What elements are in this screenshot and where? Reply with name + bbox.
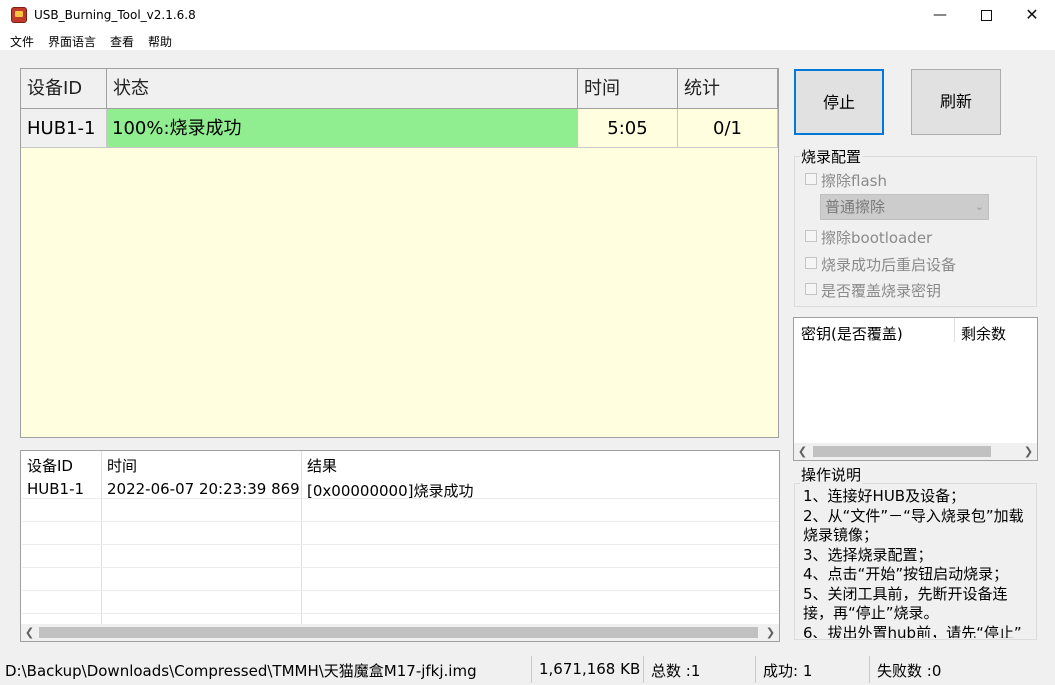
title-bar: USB_Burning_Tool_v2.1.6.8 — ✕: [0, 0, 1055, 30]
erase-bootloader-label: 擦除bootloader: [821, 229, 933, 247]
log-cell-device-id: HUB1-1: [27, 480, 85, 498]
erase-bootloader-checkbox[interactable]: [805, 230, 817, 242]
status-separator: [531, 656, 532, 683]
erase-mode-select[interactable]: 普通擦除 ⌄: [820, 194, 989, 220]
status-separator: [755, 656, 756, 683]
reboot-after-label: 烧录成功后重启设备: [821, 256, 957, 274]
status-bar: D:\Backup\Downloads\Compressed\TMMH\天猫魔盒…: [0, 654, 1055, 685]
stop-button[interactable]: 停止: [794, 69, 884, 135]
minimize-button[interactable]: —: [917, 0, 963, 30]
log-row-line: [22, 544, 779, 545]
app-icon: [11, 7, 27, 23]
menu-file[interactable]: 文件: [10, 33, 34, 50]
scrollbar-thumb[interactable]: [39, 627, 758, 638]
grid-cell-stats[interactable]: 0/1: [678, 109, 778, 148]
log-header-time[interactable]: 时间: [107, 455, 137, 476]
menu-bar: 文件 界面语言 查看 帮助: [0, 30, 1055, 50]
status-fail: 失败数 :0: [877, 662, 942, 680]
status-separator: [869, 656, 870, 683]
close-icon: ✕: [1025, 5, 1039, 24]
menu-view[interactable]: 查看: [110, 33, 134, 50]
grid-header-stats[interactable]: 统计: [678, 69, 778, 109]
overwrite-key-checkbox[interactable]: [805, 283, 817, 295]
log-col-divider: [101, 451, 102, 624]
log-header-device-id[interactable]: 设备ID: [27, 455, 73, 476]
reboot-after-checkbox[interactable]: [805, 257, 817, 269]
overwrite-key-label: 是否覆盖烧录密钥: [821, 282, 942, 300]
key-table-hscrollbar[interactable]: ❮ ❯: [794, 443, 1037, 460]
scroll-right-icon[interactable]: ❯: [762, 624, 779, 641]
log-row-line: [22, 521, 779, 522]
scrollbar-thumb[interactable]: [813, 446, 991, 457]
key-table-header-key[interactable]: 密钥(是否覆盖): [801, 323, 903, 344]
chevron-down-icon: ⌄: [974, 200, 984, 213]
grid-header-device-id[interactable]: 设备ID: [21, 69, 107, 109]
log-row-line: [22, 498, 779, 499]
log-row-line: [22, 567, 779, 568]
log-row-line: [22, 590, 779, 591]
status-image-size: 1,671,168 KB: [539, 660, 641, 678]
scroll-left-icon[interactable]: ❮: [794, 443, 811, 460]
instructions-text: 1、连接好HUB及设备； 2、从“文件”－“导入烧录包”加载烧录镜像； 3、选择…: [803, 487, 1024, 638]
status-separator: [643, 656, 644, 683]
erase-mode-value: 普通擦除: [825, 198, 886, 216]
scroll-left-icon[interactable]: ❮: [21, 624, 38, 641]
erase-flash-label: 擦除flash: [821, 172, 887, 190]
maximize-icon: [980, 9, 992, 21]
status-success: 成功: 1: [763, 662, 813, 680]
erase-flash-checkbox[interactable]: [805, 173, 817, 185]
close-button[interactable]: ✕: [1009, 0, 1055, 30]
grid-cell-status[interactable]: 100%:烧录成功: [107, 109, 578, 148]
log-hscrollbar[interactable]: ❮ ❯: [21, 624, 779, 641]
grid-cell-time[interactable]: 5:05: [578, 109, 678, 148]
window-title: USB_Burning_Tool_v2.1.6.8: [34, 8, 196, 22]
key-table-divider: [954, 318, 955, 342]
scroll-right-icon[interactable]: ❯: [1020, 443, 1037, 460]
key-table: 密钥(是否覆盖) 剩余数 ❮ ❯: [793, 317, 1038, 461]
instructions-title: 操作说明: [800, 464, 863, 485]
grid-cell-device-id[interactable]: HUB1-1: [21, 109, 107, 148]
minimize-icon: —: [933, 7, 947, 23]
status-image-path: D:\Backup\Downloads\Compressed\TMMH\天猫魔盒…: [5, 662, 477, 680]
maximize-button[interactable]: [963, 0, 1009, 30]
menu-language[interactable]: 界面语言: [48, 33, 96, 50]
status-total: 总数 :1: [651, 662, 701, 680]
log-row-line: [22, 613, 779, 614]
key-table-header-remaining[interactable]: 剩余数: [961, 323, 1006, 344]
log-col-divider: [301, 451, 302, 624]
log-header-result[interactable]: 结果: [307, 455, 337, 476]
refresh-button[interactable]: 刷新: [911, 69, 1001, 135]
burn-config-title: 烧录配置: [800, 146, 863, 167]
grid-header-time[interactable]: 时间: [578, 69, 678, 109]
device-grid: 设备ID 状态 时间 统计 HUB1-1 100%:烧录成功 5:05 0/1: [20, 68, 779, 438]
menu-help[interactable]: 帮助: [148, 33, 172, 50]
log-cell-time: 2022-06-07 20:23:39 869: [107, 480, 300, 498]
grid-header-status[interactable]: 状态: [107, 69, 578, 109]
